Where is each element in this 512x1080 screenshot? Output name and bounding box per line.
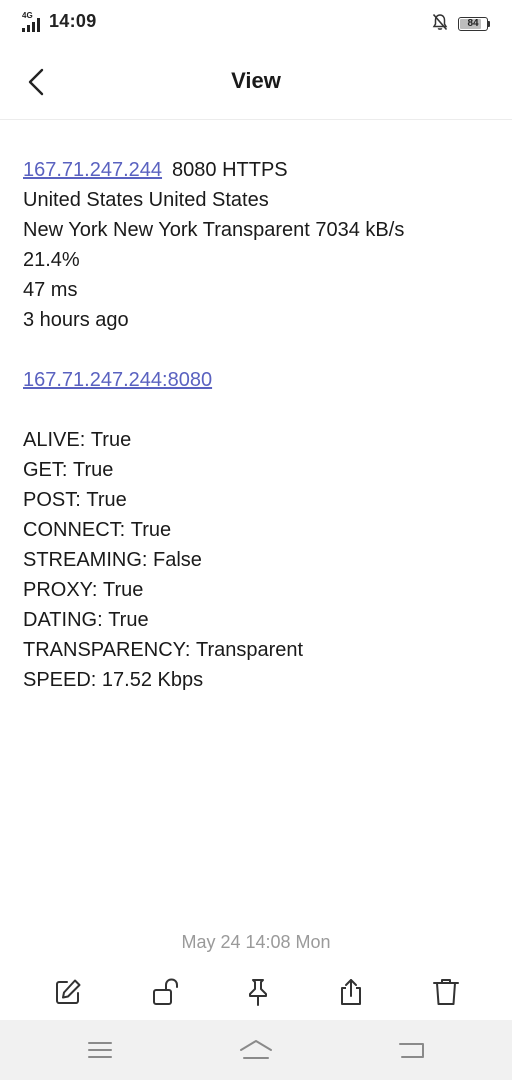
check-label: SPEED: [23, 669, 97, 691]
note-content[interactable]: 167.71.247.244 8080 HTTPS United States U… [23, 155, 493, 695]
check-value: 17.52 Kbps [101, 669, 204, 691]
check-label: GET: [23, 459, 68, 481]
check-label: TRANSPARENCY: [23, 639, 191, 661]
check-value: True [130, 519, 172, 541]
check-value: True [108, 609, 149, 631]
check-value: False [153, 549, 202, 571]
share-button[interactable] [331, 972, 371, 1012]
edit-icon [56, 979, 81, 1004]
share-icon [341, 979, 361, 1005]
delete-button[interactable] [426, 972, 466, 1012]
country-line: United States United States [23, 189, 269, 211]
delete-icon [433, 979, 459, 1005]
check-row: ALIVE: True [23, 425, 493, 455]
proxy-link[interactable]: 167.71.247.244:8080 [23, 369, 212, 391]
note-timestamp: May 24 14:08 Mon [181, 932, 331, 952]
home-icon [240, 1040, 272, 1059]
check-list: ALIVE: True GET: True POST: True CONNECT: T… [23, 425, 493, 695]
status-right: 84 [432, 13, 490, 36]
check-label: DATING: [23, 609, 103, 631]
menu-nav-button[interactable] [80, 1034, 120, 1066]
check-row: DATING: True [23, 605, 493, 635]
checked-line: 3 hours ago [23, 309, 129, 331]
return-icon [399, 1043, 424, 1058]
note-line-ip: 167.71.247.244 8080 HTTPS [23, 155, 493, 185]
back-nav-button[interactable] [392, 1034, 432, 1066]
check-row: STREAMING: False [23, 545, 493, 575]
bell-off-icon [432, 13, 448, 36]
status-time: 14:09 [49, 11, 97, 31]
check-label: STREAMING: [23, 549, 148, 571]
check-label: CONNECT: [23, 519, 126, 541]
app-header: View [0, 44, 512, 120]
note-line-proxy: 167.71.247.244:8080 [23, 365, 493, 395]
battery-level: 84 [467, 17, 479, 29]
check-value: True [90, 429, 132, 451]
port-protocol: 8080 HTTPS [172, 159, 288, 181]
bottom-toolbar [0, 966, 512, 1016]
status-bar: 4G 14:09 84 [0, 0, 512, 44]
edit-button[interactable] [48, 972, 88, 1012]
check-value: True [73, 459, 114, 481]
system-navbar [0, 1020, 512, 1080]
uptime-line: 21.4% [23, 249, 80, 271]
page-title: View [231, 68, 281, 93]
check-row: TRANSPARENCY: Transparent [23, 635, 493, 665]
status-left: 4G 14:09 [22, 11, 97, 32]
battery-icon: 84 [458, 16, 490, 33]
pin-icon [249, 979, 267, 1006]
lock-button[interactable] [145, 972, 185, 1012]
pin-button[interactable] [238, 972, 278, 1012]
check-row: SPEED: 17.52 Kbps [23, 665, 493, 695]
home-nav-button[interactable] [236, 1034, 276, 1066]
location-line: New York New York Transparent 7034 kB/s [23, 219, 405, 241]
check-label: ALIVE: [23, 429, 86, 451]
menu-icon [88, 1042, 112, 1058]
ip-link[interactable]: 167.71.247.244 [23, 159, 162, 181]
check-value: Transparent [196, 639, 304, 661]
check-label: POST: [23, 489, 81, 511]
check-label: PROXY: [23, 579, 98, 601]
check-row: POST: True [23, 485, 493, 515]
check-row: PROXY: True [23, 575, 493, 605]
check-row: CONNECT: True [23, 515, 493, 545]
check-value: True [103, 579, 144, 601]
unlock-icon [153, 978, 178, 1005]
latency-line: 47 ms [23, 279, 78, 301]
check-row: GET: True [23, 455, 493, 485]
signal-icon: 4G [22, 11, 44, 32]
check-value: True [86, 489, 127, 511]
